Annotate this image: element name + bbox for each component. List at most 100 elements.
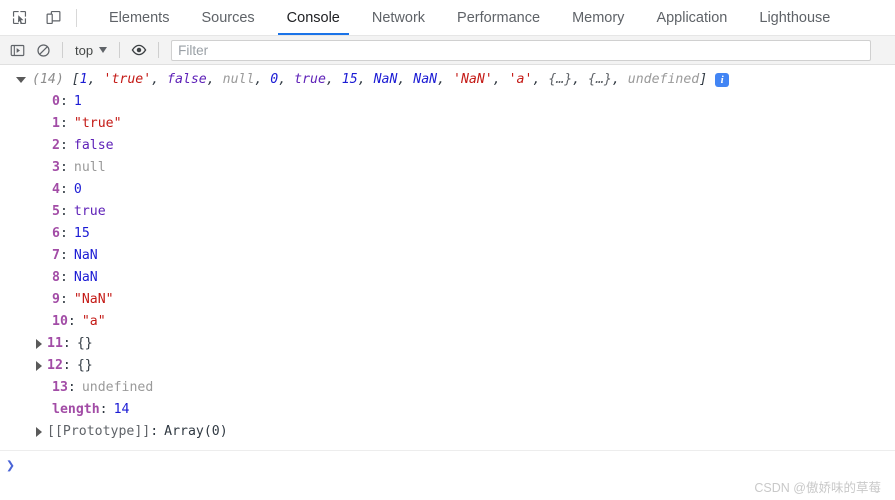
preview-separator: , <box>325 72 342 87</box>
array-property-row[interactable]: 8: NaN <box>0 267 895 289</box>
property-value: "a" <box>81 314 106 329</box>
preview-separator: , <box>357 72 374 87</box>
property-colon: : <box>150 424 159 439</box>
tab-label: Memory <box>572 9 625 26</box>
array-preview-item: undefined <box>627 72 700 87</box>
property-colon: : <box>99 402 108 417</box>
array-property-list: 0:1 1: "true" 2: false 3: null 4:0 5: true 6:15 7: N… <box>0 91 895 443</box>
array-preview-items: 1, 'true', false, null, 0, true, 15, NaN… <box>80 72 700 87</box>
info-icon[interactable]: i <box>715 73 730 87</box>
toolbar-divider <box>62 42 63 58</box>
array-property-row[interactable]: 12: {} <box>0 355 895 377</box>
array-preview-item: 1 <box>79 72 88 87</box>
property-key: 13 <box>52 380 68 395</box>
array-property-row[interactable]: 11: {} <box>0 333 895 355</box>
disclosure-triangle-collapsed-icon[interactable] <box>36 361 42 371</box>
tab-label: Network <box>371 9 426 26</box>
property-value: null <box>73 160 106 175</box>
tab-label: Console <box>286 9 340 26</box>
property-value: undefined <box>81 380 154 395</box>
toolbar-divider <box>76 8 77 27</box>
console-prompt-input[interactable] <box>15 457 895 475</box>
property-value: Array(0) <box>164 424 228 439</box>
array-property-row[interactable]: 7: NaN <box>0 245 895 267</box>
array-property-row[interactable]: 0:1 <box>0 91 895 113</box>
array-property-row[interactable]: 9: "NaN" <box>0 289 895 311</box>
console-sidebar-icon[interactable] <box>4 38 30 62</box>
property-value: 15 <box>73 226 90 241</box>
array-property-row[interactable]: 1: "true" <box>0 113 895 135</box>
property-key: 2 <box>52 138 60 153</box>
chevron-down-icon <box>99 47 108 53</box>
tab-label: Sources <box>201 9 255 26</box>
live-expression-eye-icon[interactable] <box>126 38 152 62</box>
array-preview-item: false <box>167 72 207 87</box>
array-property-row[interactable]: 13: undefined <box>0 377 895 399</box>
array-property-row[interactable]: 3: null <box>0 157 895 179</box>
tab-label: Lighthouse <box>759 9 831 26</box>
clear-console-icon[interactable] <box>30 38 56 62</box>
filter-input[interactable] <box>171 39 872 61</box>
property-key: 4 <box>52 182 60 197</box>
property-key: 9 <box>52 292 60 307</box>
array-preview-item: {…} <box>548 72 573 87</box>
disclosure-triangle-collapsed-icon[interactable] <box>36 427 42 437</box>
device-toolbar-icon[interactable] <box>40 5 66 31</box>
tab-performance[interactable]: Performance <box>441 0 556 35</box>
array-property-row[interactable]: 4:0 <box>0 179 895 201</box>
tab-lighthouse[interactable]: Lighthouse <box>743 0 846 35</box>
tab-elements[interactable]: Elements <box>93 0 185 35</box>
array-property-row[interactable]: 6:15 <box>0 223 895 245</box>
tab-application[interactable]: Application <box>640 0 743 35</box>
console-prompt-area[interactable]: ❯ CSDN @傲娇味的草莓 <box>0 450 895 500</box>
tab-network[interactable]: Network <box>356 0 441 35</box>
array-preview: (14) [1, 'true', false, null, 0, true, 1… <box>32 69 707 91</box>
property-key: 11 <box>47 336 63 351</box>
property-colon: : <box>59 292 68 307</box>
array-property-row[interactable]: 2: false <box>0 135 895 157</box>
property-key: 5 <box>52 204 60 219</box>
property-key: [[Prototype]] <box>47 424 151 439</box>
execution-context-selector[interactable]: top <box>69 42 113 59</box>
preview-separator: , <box>87 72 104 87</box>
property-colon: : <box>59 116 68 131</box>
property-key: 1 <box>52 116 60 131</box>
array-property-row[interactable]: length:14 <box>0 399 895 421</box>
property-colon: : <box>62 336 71 351</box>
disclosure-triangle-expanded-icon[interactable] <box>16 77 26 83</box>
tab-label: Elements <box>109 9 170 26</box>
property-colon: : <box>59 248 68 263</box>
array-preview-item: NaN <box>413 72 438 87</box>
array-property-row[interactable]: 5: true <box>0 201 895 223</box>
tab-sources[interactable]: Sources <box>185 0 270 35</box>
preview-separator: , <box>151 72 168 87</box>
property-key: 3 <box>52 160 60 175</box>
console-prompt-row[interactable]: ❯ <box>0 451 895 475</box>
property-colon: : <box>59 270 68 285</box>
property-value: "true" <box>73 116 122 131</box>
property-key: 12 <box>47 358 63 373</box>
disclosure-triangle-collapsed-icon[interactable] <box>36 339 42 349</box>
devtools-tool-icons <box>0 0 89 35</box>
inspect-element-icon[interactable] <box>6 5 32 31</box>
property-colon: : <box>59 182 68 197</box>
tab-label: Application <box>656 9 728 26</box>
preview-separator: , <box>611 72 628 87</box>
array-preview-item: 'a' <box>508 72 533 87</box>
array-property-row[interactable]: [[Prototype]]: Array(0) <box>0 421 895 443</box>
property-key: 8 <box>52 270 60 285</box>
property-value: false <box>73 138 114 153</box>
preview-separator: , <box>532 72 549 87</box>
property-value: 0 <box>73 182 82 197</box>
console-output[interactable]: (14) [1, 'true', false, null, 0, true, 1… <box>0 65 895 450</box>
tab-console[interactable]: Console <box>271 0 356 35</box>
array-property-row[interactable]: 10: "a" <box>0 311 895 333</box>
property-value: true <box>73 204 106 219</box>
console-array-entry[interactable]: (14) [1, 'true', false, null, 0, true, 1… <box>0 69 895 91</box>
property-colon: : <box>59 226 68 241</box>
property-colon: : <box>59 94 68 109</box>
property-value: NaN <box>73 270 98 285</box>
array-preview-item: {…} <box>588 72 612 87</box>
property-key: length <box>52 402 100 417</box>
tab-memory[interactable]: Memory <box>556 0 640 35</box>
